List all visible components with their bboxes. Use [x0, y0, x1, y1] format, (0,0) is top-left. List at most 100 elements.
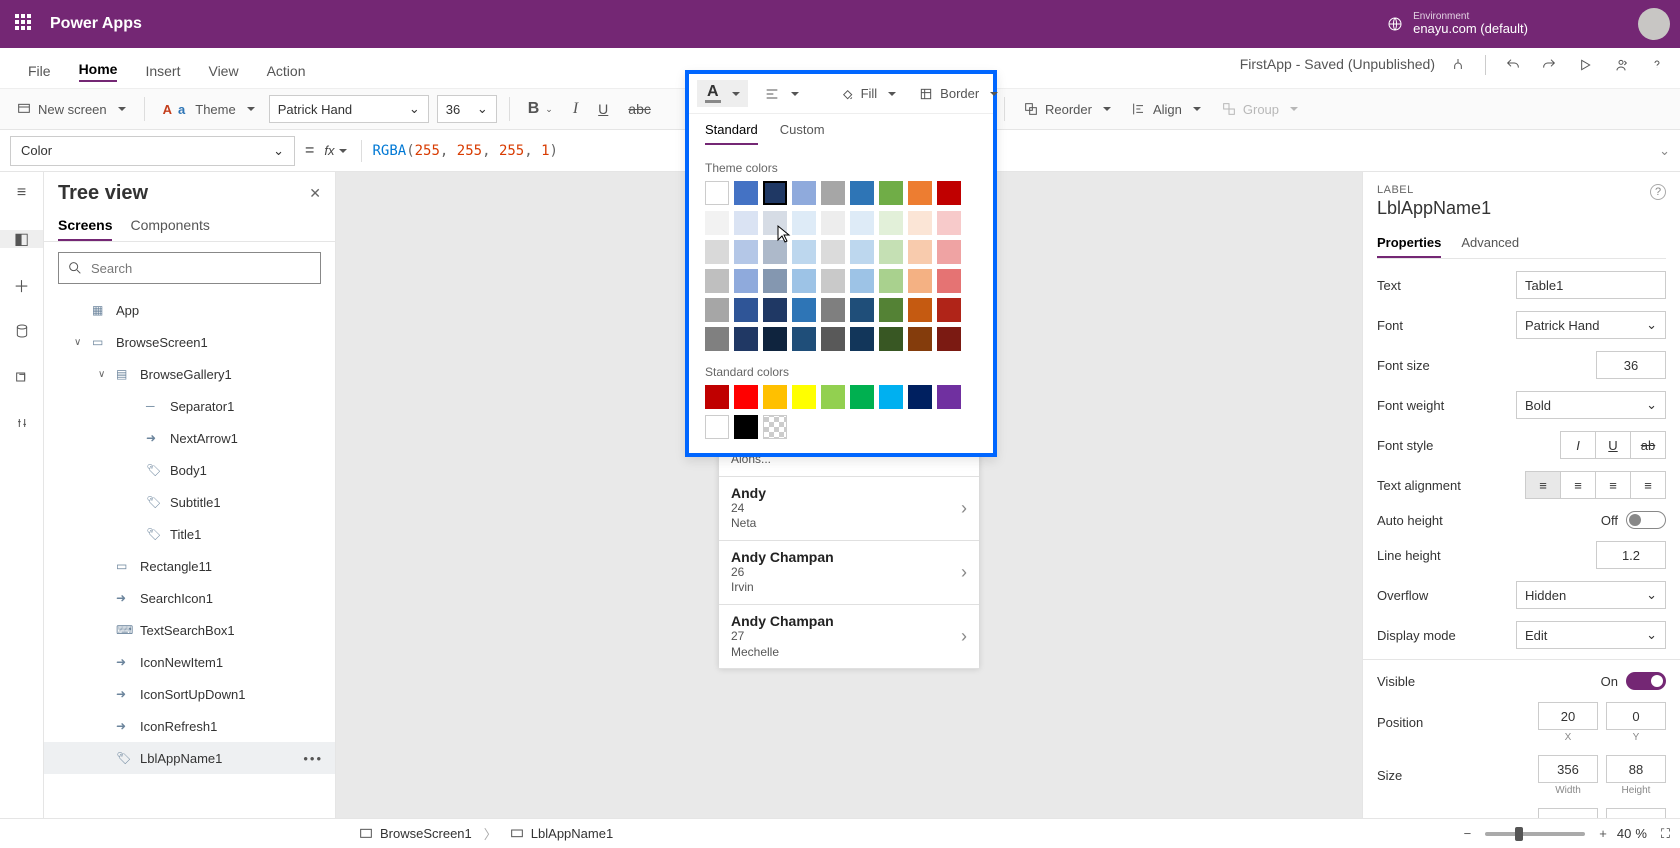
visible-toggle[interactable] — [1626, 672, 1666, 690]
color-swatch[interactable] — [763, 298, 787, 322]
strike-toggle[interactable]: ab — [1630, 431, 1666, 459]
color-swatch[interactable] — [763, 327, 787, 351]
prop-fontstyle-buttons[interactable]: I U ab — [1561, 431, 1666, 459]
color-swatch[interactable] — [821, 240, 845, 264]
color-swatch[interactable] — [937, 298, 961, 322]
color-swatch[interactable] — [705, 327, 729, 351]
color-swatch[interactable] — [763, 181, 787, 205]
tree-view-icon[interactable]: ◧ — [0, 230, 43, 248]
color-swatch[interactable] — [705, 269, 729, 293]
align-right[interactable]: ≡ — [1595, 471, 1631, 499]
color-swatch[interactable] — [908, 240, 932, 264]
color-swatch[interactable] — [734, 327, 758, 351]
tree-item-Separator1[interactable]: ─Separator1 — [44, 390, 335, 422]
color-swatch[interactable] — [705, 240, 729, 264]
prop-width[interactable]: 356 — [1538, 755, 1598, 783]
tree-item-IconNewItem1[interactable]: ➜IconNewItem1 — [44, 646, 335, 678]
fit-icon[interactable]: ⛶ — [1661, 826, 1670, 842]
color-swatch[interactable] — [850, 269, 874, 293]
color-swatch[interactable] — [879, 298, 903, 322]
color-swatch[interactable] — [879, 181, 903, 205]
picker-tab-standard[interactable]: Standard — [705, 122, 758, 145]
color-swatch[interactable] — [850, 298, 874, 322]
undo-icon[interactable] — [1504, 56, 1522, 74]
font-color-button[interactable]: A — [697, 80, 748, 107]
breadcrumb-screen[interactable]: BrowseScreen1 — [350, 826, 480, 842]
color-swatch[interactable] — [705, 415, 729, 439]
waffle-icon[interactable] — [15, 14, 35, 34]
color-swatch[interactable] — [908, 269, 932, 293]
prop-text-input[interactable]: Table1 — [1516, 271, 1666, 299]
property-select[interactable]: Color⌄ — [10, 136, 295, 166]
color-swatch[interactable] — [821, 269, 845, 293]
tree-item-Title1[interactable]: 🏷Title1 — [44, 518, 335, 550]
color-swatch[interactable] — [937, 181, 961, 205]
color-swatch[interactable] — [908, 298, 932, 322]
color-swatch[interactable] — [821, 211, 845, 235]
reorder-button[interactable]: Reorder — [1017, 97, 1117, 121]
color-swatch[interactable] — [763, 385, 787, 409]
tree-item-BrowseGallery1[interactable]: ∨▤BrowseGallery1 — [44, 358, 335, 390]
color-swatch[interactable] — [792, 298, 816, 322]
gallery-item[interactable]: Andy24Neta› — [719, 477, 979, 541]
hamburger-icon[interactable]: ≡ — [12, 184, 32, 202]
color-swatch[interactable] — [763, 415, 787, 439]
color-swatch[interactable] — [792, 269, 816, 293]
advanced-icon[interactable] — [12, 414, 32, 432]
tree-item-App[interactable]: ▦App — [44, 294, 335, 326]
italic-button[interactable]: I — [567, 96, 584, 122]
color-swatch[interactable] — [908, 181, 932, 205]
color-swatch[interactable] — [821, 181, 845, 205]
color-swatch[interactable] — [705, 385, 729, 409]
color-swatch[interactable] — [937, 240, 961, 264]
color-swatch[interactable] — [821, 327, 845, 351]
color-swatch[interactable] — [763, 240, 787, 264]
prop-fontweight-select[interactable]: Bold⌄ — [1516, 391, 1666, 419]
color-swatch[interactable] — [734, 385, 758, 409]
color-swatch[interactable] — [908, 385, 932, 409]
color-swatch[interactable] — [879, 269, 903, 293]
prop-pad-top[interactable]: 5 — [1538, 808, 1598, 818]
prop-x[interactable]: 20 — [1538, 702, 1598, 730]
color-swatch[interactable] — [734, 211, 758, 235]
menu-insert[interactable]: Insert — [145, 63, 180, 82]
color-swatch[interactable] — [879, 211, 903, 235]
color-swatch[interactable] — [734, 298, 758, 322]
prop-displaymode[interactable]: Edit⌄ — [1516, 621, 1666, 649]
font-select[interactable]: Patrick Hand⌄ — [269, 95, 429, 123]
tree-item-BrowseScreen1[interactable]: ∨▭BrowseScreen1 — [44, 326, 335, 358]
color-swatch[interactable] — [937, 327, 961, 351]
color-swatch[interactable] — [879, 385, 903, 409]
prop-height[interactable]: 88 — [1606, 755, 1666, 783]
app-checker-icon[interactable] — [1449, 56, 1467, 74]
prop-align-buttons[interactable]: ≡ ≡ ≡ ≡ — [1526, 471, 1666, 499]
prop-fontsize-input[interactable]: 36 — [1596, 351, 1666, 379]
gallery-item[interactable]: Andy Champan27Mechelle› — [719, 605, 979, 669]
breadcrumb-control[interactable]: LblAppName1 — [501, 826, 621, 842]
avatar[interactable] — [1638, 8, 1670, 40]
tree-item-Rectangle11[interactable]: ▭Rectangle11 — [44, 550, 335, 582]
color-swatch[interactable] — [850, 211, 874, 235]
play-icon[interactable] — [1576, 56, 1594, 74]
color-swatch[interactable] — [705, 181, 729, 205]
redo-icon[interactable] — [1540, 56, 1558, 74]
text-align-button[interactable] — [758, 82, 805, 106]
help-icon[interactable] — [1648, 56, 1666, 74]
fx-button[interactable]: fx — [324, 143, 347, 158]
tree-item-SearchIcon1[interactable]: ➜SearchIcon1 — [44, 582, 335, 614]
theme-button[interactable]: AaTheme — [157, 98, 261, 121]
prop-overflow[interactable]: Hidden⌄ — [1516, 581, 1666, 609]
color-swatch[interactable] — [850, 327, 874, 351]
prop-pad-bottom[interactable]: 5 — [1606, 808, 1666, 818]
new-screen-button[interactable]: New screen — [10, 97, 132, 121]
color-swatch[interactable] — [734, 415, 758, 439]
color-swatch[interactable] — [879, 240, 903, 264]
zoom-slider[interactable] — [1485, 832, 1585, 836]
color-swatch[interactable] — [908, 211, 932, 235]
tab-components[interactable]: Components — [130, 211, 209, 241]
align-justify[interactable]: ≡ — [1630, 471, 1666, 499]
gallery-item[interactable]: Andy Champan26Irvin› — [719, 541, 979, 605]
data-icon[interactable] — [12, 322, 32, 340]
tree-item-NextArrow1[interactable]: ➜NextArrow1 — [44, 422, 335, 454]
tree-search-input[interactable]: Search — [58, 252, 321, 284]
